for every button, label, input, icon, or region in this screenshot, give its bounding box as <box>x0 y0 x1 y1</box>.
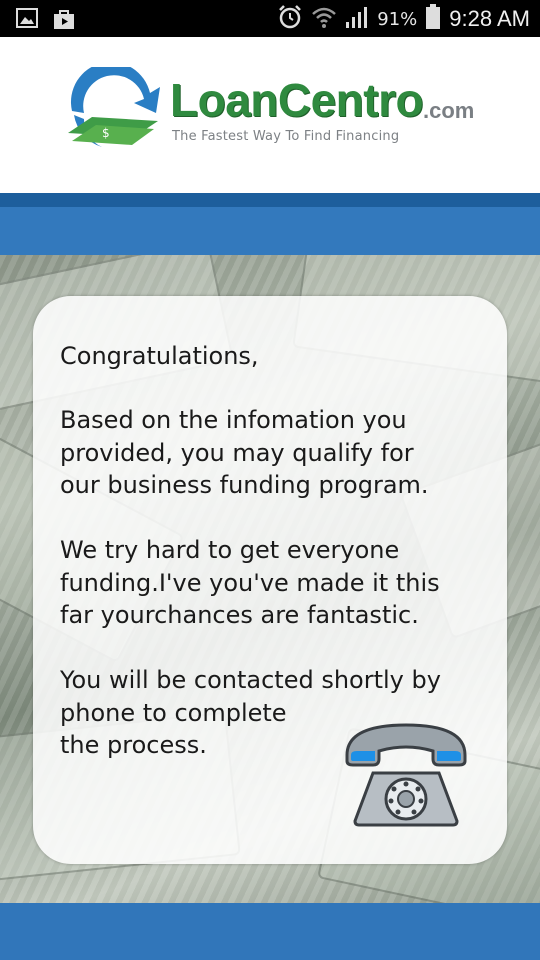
image-notification-icon <box>16 8 38 34</box>
wifi-icon <box>311 5 337 33</box>
clock: 9:28 AM <box>449 6 530 31</box>
brand-domain: .com <box>423 98 475 123</box>
svg-text:$: $ <box>102 126 110 140</box>
brand-name: LoanCentro <box>170 74 424 126</box>
telephone-icon <box>345 723 467 827</box>
top-nav-bar <box>0 193 540 255</box>
battery-percent: 91% <box>377 8 418 30</box>
qualification-text: Based on the infomation you provided, yo… <box>60 406 429 499</box>
signal-icon <box>345 5 369 33</box>
greeting-text: Congratulations, <box>60 342 259 370</box>
battery-icon <box>425 4 441 34</box>
status-bar: 91% 9:28 AM <box>0 0 540 37</box>
encouragement-text: We try hard to get everyone funding.I've… <box>60 536 440 629</box>
tagline: The Fastest Way To Find Financing <box>172 129 400 144</box>
loancentro-logo-icon: $ <box>68 67 160 147</box>
bottom-bar <box>0 903 540 960</box>
alarm-icon <box>277 4 303 34</box>
store-notification-icon <box>52 8 76 34</box>
header: $ LoanCentro .com The Fastest Way To Fin… <box>0 37 540 193</box>
message-card: Congratulations, Based on the infomation… <box>33 296 507 864</box>
